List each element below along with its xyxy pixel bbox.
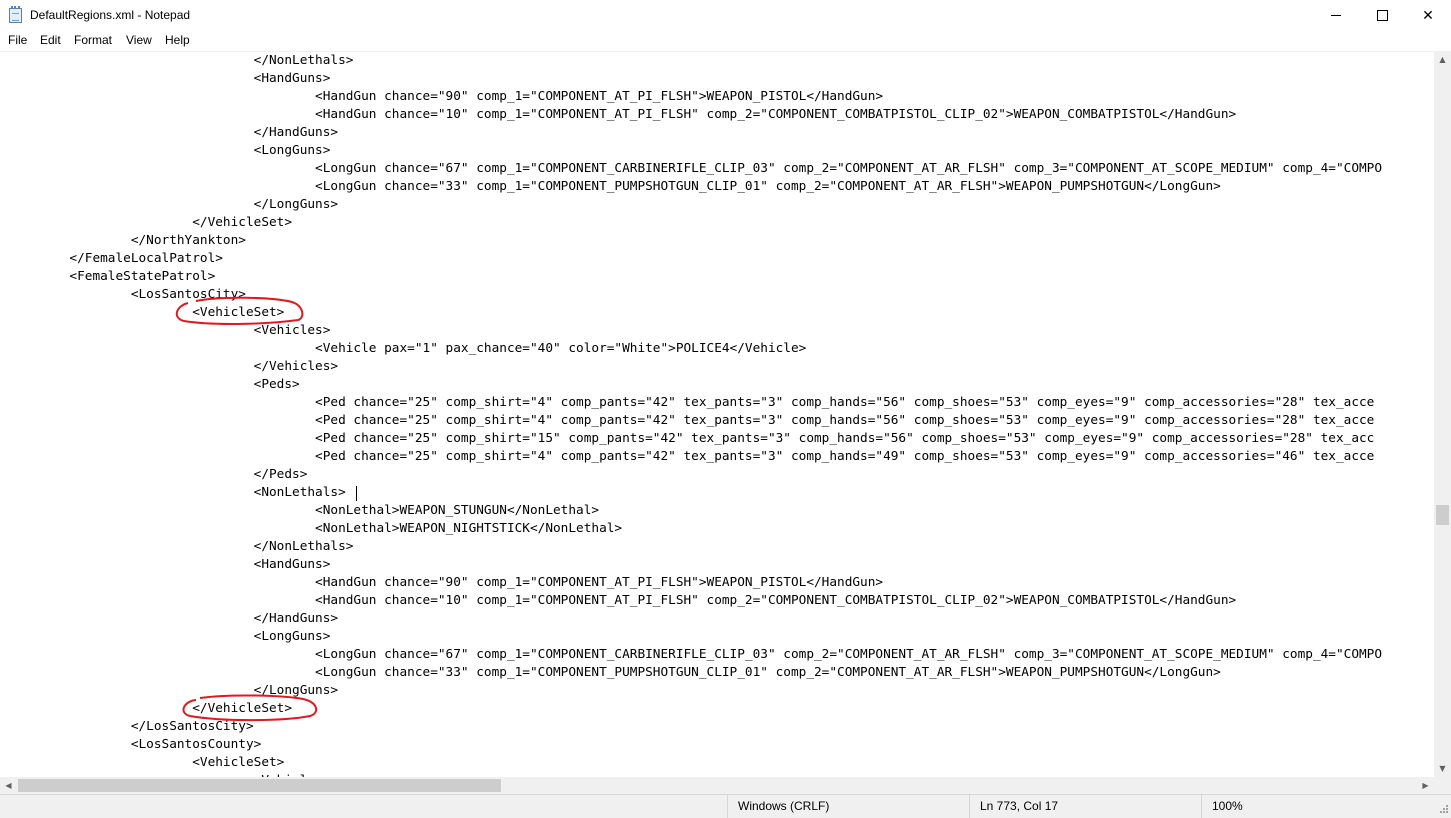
code-line: <NonLethals> xyxy=(8,485,346,500)
text-editor[interactable]: </NonLethals> <HandGuns> <HandGun chance… xyxy=(0,51,1434,778)
code-line: <HandGun chance="90" comp_1="COMPONENT_A… xyxy=(8,89,884,104)
title-bar: DefaultRegions.xml - Notepad ✕ xyxy=(0,0,1451,31)
code-line: </Peds> xyxy=(8,467,308,482)
code-line: <LongGun chance="67" comp_1="COMPONENT_C… xyxy=(8,647,1383,662)
vertical-scroll-thumb[interactable] xyxy=(1436,505,1449,525)
menu-format[interactable]: Format xyxy=(73,33,113,47)
code-line: <HandGuns> xyxy=(8,557,331,572)
code-line: <Ped chance="25" comp_shirt="4" comp_pan… xyxy=(8,395,1375,410)
code-line: </LosSantosCity> xyxy=(8,719,254,734)
horizontal-scroll-thumb[interactable] xyxy=(18,779,501,792)
code-line: <HandGun chance="10" comp_1="COMPONENT_A… xyxy=(8,593,1237,608)
code-line: <Ped chance="25" comp_shirt="4" comp_pan… xyxy=(8,449,1375,464)
code-line: </NonLethals> xyxy=(8,53,354,68)
code-line: <NonLethal>WEAPON_NIGHTSTICK</NonLethal> xyxy=(8,521,623,536)
menu-view[interactable]: View xyxy=(125,33,153,47)
status-line-ending: Windows (CRLF) xyxy=(727,795,967,818)
maximize-button[interactable] xyxy=(1359,0,1405,31)
code-line: </VehicleSet> xyxy=(8,701,293,716)
code-line: <LongGuns> xyxy=(8,143,331,158)
scroll-up-arrow-icon[interactable]: ▲ xyxy=(1434,51,1451,68)
status-cursor-position: Ln 773, Col 17 xyxy=(969,795,1201,818)
code-line: <VehicleSet> xyxy=(8,755,285,770)
status-zoom: 100% xyxy=(1201,795,1437,818)
window-title: DefaultRegions.xml - Notepad xyxy=(30,8,191,22)
code-line: <LongGun chance="33" comp_1="COMPONENT_P… xyxy=(8,665,1221,680)
code-line: <HandGun chance="10" comp_1="COMPONENT_A… xyxy=(8,107,1237,122)
menu-bar: File Edit Format View Help xyxy=(0,31,1451,51)
code-line: </LongGuns> xyxy=(8,683,339,698)
minimize-button[interactable] xyxy=(1313,0,1359,31)
code-line: <Vehicle pax="1" pax_chance="40" color="… xyxy=(8,341,807,356)
maximize-icon xyxy=(1376,10,1388,21)
code-line: </VehicleSet> xyxy=(8,215,293,230)
code-line: </LongGuns> xyxy=(8,197,339,212)
menu-help[interactable]: Help xyxy=(164,33,191,47)
close-icon: ✕ xyxy=(1422,7,1434,24)
code-line: <Vehicles> xyxy=(8,323,331,338)
code-line: <Peds> xyxy=(8,377,300,392)
code-line: <LosSantosCity> xyxy=(8,287,246,302)
menu-edit[interactable]: Edit xyxy=(39,33,62,47)
notepad-icon xyxy=(9,6,22,23)
horizontal-scrollbar[interactable]: ◀ ▶ xyxy=(0,777,1434,794)
code-line: </FemaleLocalPatrol> xyxy=(8,251,223,266)
code-line: <LongGun chance="67" comp_1="COMPONENT_C… xyxy=(8,161,1383,176)
code-line: <Ped chance="25" comp_shirt="4" comp_pan… xyxy=(8,413,1375,428)
text-caret xyxy=(356,486,357,501)
status-bar: Windows (CRLF) Ln 773, Col 17 100% xyxy=(0,794,1451,818)
minimize-icon xyxy=(1331,15,1341,16)
code-line: </NonLethals> xyxy=(8,539,354,554)
code-line: </HandGuns> xyxy=(8,125,339,140)
scroll-down-arrow-icon[interactable]: ▼ xyxy=(1434,760,1451,777)
code-line: </HandGuns> xyxy=(8,611,339,626)
code-line: <LongGun chance="33" comp_1="COMPONENT_P… xyxy=(8,179,1221,194)
code-line: <Ped chance="25" comp_shirt="15" comp_pa… xyxy=(8,431,1375,446)
code-line: <HandGun chance="90" comp_1="COMPONENT_A… xyxy=(8,575,884,590)
code-line: <LosSantosCounty> xyxy=(8,737,262,752)
code-line: <FemaleStatePatrol> xyxy=(8,269,216,284)
vertical-scrollbar[interactable]: ▲ ▼ xyxy=(1434,51,1451,777)
resize-grip-icon[interactable] xyxy=(1437,804,1449,816)
scroll-right-arrow-icon[interactable]: ▶ xyxy=(1417,777,1434,794)
code-line: </Vehicles> xyxy=(8,359,339,374)
scrollbar-corner xyxy=(1434,777,1451,794)
code-line: <VehicleSet> xyxy=(8,305,285,320)
code-line: <NonLethal>WEAPON_STUNGUN</NonLethal> xyxy=(8,503,600,518)
close-button[interactable]: ✕ xyxy=(1405,0,1451,31)
code-line: <HandGuns> xyxy=(8,71,331,86)
scroll-left-arrow-icon[interactable]: ◀ xyxy=(0,777,17,794)
menu-file[interactable]: File xyxy=(7,33,28,47)
code-line: </NorthYankton> xyxy=(8,233,246,248)
code-line: <LongGuns> xyxy=(8,629,331,644)
